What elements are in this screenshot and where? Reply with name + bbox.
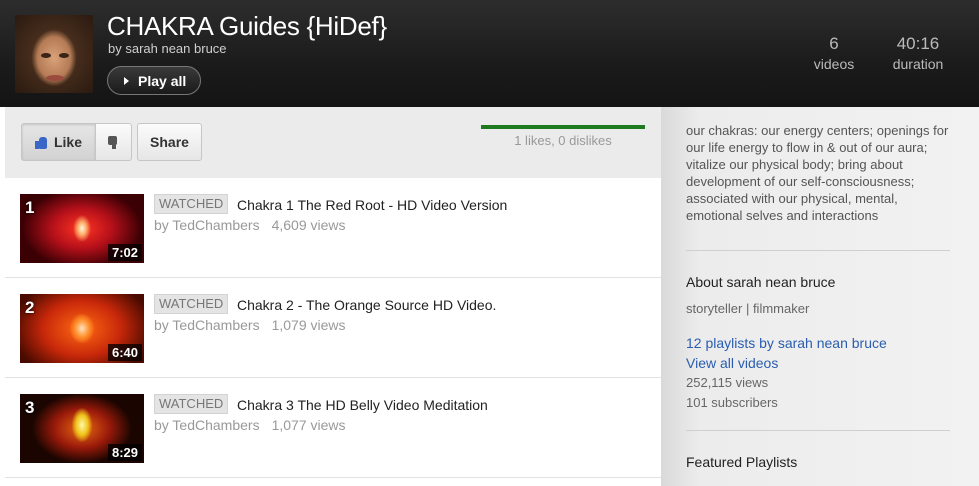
divider (686, 250, 950, 251)
dislike-button[interactable] (95, 123, 132, 161)
playlist-author[interactable]: by sarah nean bruce (108, 41, 227, 56)
playlist-main: Like Share 1 likes, 0 dislikes 1 7:02 WA… (5, 107, 661, 486)
video-meta: by TedChambers 1,079 views (154, 317, 346, 333)
videos-stat: 6 videos (806, 34, 862, 72)
featured-playlists-title: Featured Playlists (686, 454, 798, 470)
channel-subscribers: 101 subscribers (686, 395, 778, 410)
thumbs-up-icon (34, 136, 47, 149)
thumbs-down-icon (107, 136, 120, 149)
view-all-videos-link[interactable]: View all videos (686, 355, 778, 371)
about-title: About sarah nean bruce (686, 274, 836, 290)
like-label: Like (53, 134, 82, 150)
duration-label: duration (892, 56, 944, 72)
videos-count: 6 (829, 34, 839, 53)
play-all-label: Play all (138, 72, 187, 89)
avatar-mouth (46, 75, 64, 81)
video-views: 4,609 views (271, 217, 346, 233)
watched-badge: WATCHED (154, 294, 229, 314)
playlists-link[interactable]: 12 playlists by sarah nean bruce (686, 335, 887, 351)
video-duration: 6:40 (107, 344, 142, 361)
divider (686, 430, 950, 431)
video-title[interactable]: Chakra 1 The Red Root - HD Video Version (237, 197, 507, 213)
video-duration: 8:29 (107, 444, 142, 461)
watched-badge: WATCHED (154, 394, 229, 414)
video-thumbnail[interactable]: 2 6:40 (20, 294, 144, 363)
watched-badge: WATCHED (154, 194, 229, 214)
video-meta: by TedChambers 4,609 views (154, 217, 346, 233)
duration-stat: 40:16 duration (886, 34, 950, 72)
avatar-eye-right (59, 53, 69, 58)
video-title[interactable]: Chakra 3 The HD Belly Video Meditation (237, 397, 488, 413)
video-author[interactable]: by TedChambers (154, 317, 260, 333)
play-all-button[interactable]: Play all (107, 66, 201, 95)
video-meta: by TedChambers 1,077 views (154, 417, 346, 433)
playlist-title: CHAKRA Guides {HiDef} (107, 11, 387, 41)
playlist-sidebar: our chakras: our energy centers; opening… (661, 107, 979, 486)
video-row[interactable]: 3 8:29 WATCHED Chakra 3 The HD Belly Vid… (5, 378, 661, 478)
videos-label: videos (813, 56, 855, 72)
video-author[interactable]: by TedChambers (154, 217, 260, 233)
duration-value: 40:16 (896, 34, 940, 53)
video-index: 3 (25, 398, 35, 417)
video-thumbnail[interactable]: 1 7:02 (20, 194, 144, 263)
video-index: 1 (25, 198, 35, 217)
video-duration: 7:02 (107, 244, 142, 261)
like-button[interactable]: Like (21, 123, 96, 161)
avatar-eye-left (41, 53, 51, 58)
video-row[interactable]: 1 7:02 WATCHED Chakra 1 The Red Root - H… (5, 178, 661, 278)
video-author[interactable]: by TedChambers (154, 417, 260, 433)
playlist-description: our chakras: our energy centers; opening… (686, 123, 949, 223)
about-subtitle: storyteller | filmmaker (686, 301, 810, 316)
channel-views: 252,115 views (686, 375, 769, 390)
share-button[interactable]: Share (137, 123, 202, 161)
like-ratio-bar (481, 125, 645, 129)
video-views: 1,079 views (271, 317, 346, 333)
video-index: 2 (25, 298, 35, 317)
action-bar: Like Share 1 likes, 0 dislikes (5, 107, 661, 179)
video-title[interactable]: Chakra 2 - The Orange Source HD Video. (237, 297, 496, 313)
playlist-header: CHAKRA Guides {HiDef} by sarah nean bruc… (0, 0, 979, 107)
video-thumbnail[interactable]: 3 8:29 (20, 394, 144, 463)
video-row[interactable]: 2 6:40 WATCHED Chakra 2 - The Orange Sou… (5, 278, 661, 378)
like-ratio-text: 1 likes, 0 dislikes (514, 133, 612, 148)
share-label: Share (150, 134, 189, 150)
avatar[interactable] (15, 15, 93, 93)
video-views: 1,077 views (271, 417, 346, 433)
play-icon (124, 76, 129, 85)
